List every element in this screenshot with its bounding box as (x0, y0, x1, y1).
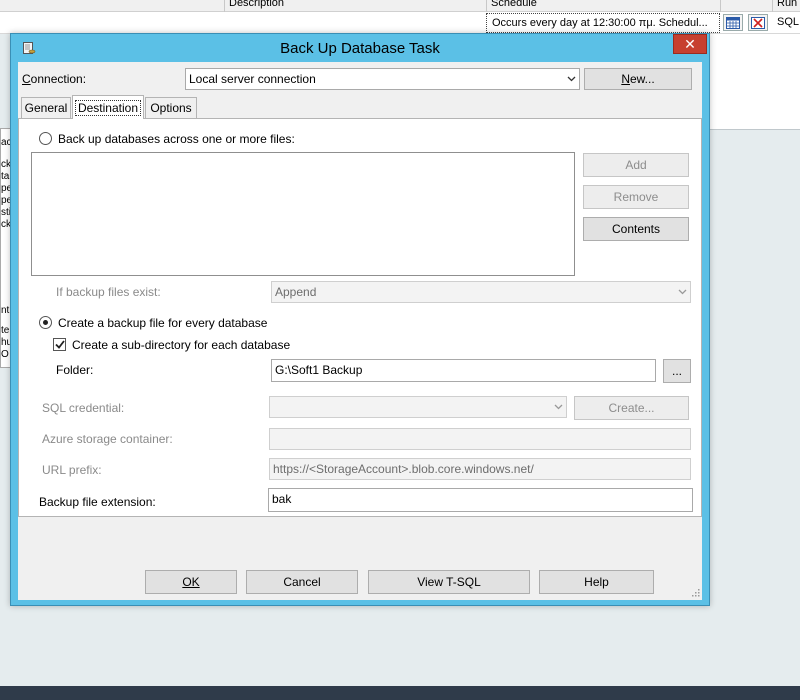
destination-tab-page: Back up databases across one or more fil… (18, 118, 702, 517)
help-button[interactable]: Help (539, 570, 654, 594)
dialog-client-area: Connection: Local server connection New.… (18, 62, 702, 600)
remove-button[interactable]: Remove (583, 185, 689, 209)
resize-grip-icon[interactable] (690, 586, 700, 600)
extension-label: Backup file extension: (39, 495, 156, 509)
calendar-icon[interactable] (723, 14, 743, 31)
chevron-down-icon (676, 285, 688, 299)
grid-col-blank2 (720, 0, 772, 12)
background-panel-right (710, 34, 800, 130)
run-as-sql-text: SQL (777, 16, 800, 28)
back-up-database-task-dialog: Back Up Database Task ✕ Connection: Loca… (10, 33, 710, 606)
sql-credential-label: SQL credential: (42, 401, 125, 415)
subdirectory-label: Create a sub-directory for each database (72, 338, 291, 352)
background-divider (710, 129, 800, 130)
backup-file-list[interactable] (31, 152, 575, 276)
sql-credential-select[interactable] (269, 396, 567, 418)
across-files-label: Back up databases across one or more fil… (58, 132, 295, 146)
background-grid-header: Description Schedule Run a (0, 0, 800, 12)
connection-label: Connection: (22, 72, 87, 86)
azure-container-input[interactable] (269, 428, 691, 450)
if-exists-value: Append (275, 285, 317, 299)
dialog-title: Back Up Database Task (280, 40, 440, 57)
connection-value: Local server connection (189, 72, 316, 86)
tab-options[interactable]: Options (145, 97, 197, 118)
taskbar (0, 686, 800, 700)
cancel-button[interactable]: Cancel (246, 570, 358, 594)
browse-folder-button[interactable]: ... (663, 359, 691, 383)
grid-col-run[interactable]: Run a (772, 0, 800, 12)
extension-input[interactable]: bak (268, 488, 693, 512)
if-exists-select[interactable]: Append (271, 281, 691, 303)
close-button[interactable]: ✕ (673, 34, 707, 54)
chevron-down-icon (565, 72, 577, 86)
grid-col-blank (0, 0, 224, 12)
add-button[interactable]: Add (583, 153, 689, 177)
every-database-radio[interactable] (39, 316, 52, 329)
background-grid-row[interactable]: Occurs every day at 12:30:00 πμ. Schedul… (0, 12, 800, 34)
bg-fragment: nt (1, 305, 10, 316)
grid-col-description[interactable]: Description (224, 0, 486, 12)
ok-button[interactable]: OK (145, 570, 237, 594)
checkmark-icon (54, 340, 65, 349)
url-prefix-label: URL prefix: (42, 463, 102, 477)
folder-label: Folder: (56, 363, 94, 377)
if-exists-label: If backup files exist: (56, 285, 161, 299)
azure-container-label: Azure storage container: (42, 432, 173, 446)
tab-destination[interactable]: Destination (72, 95, 144, 119)
folder-input[interactable]: G:\Soft1 Backup (271, 359, 656, 382)
create-credential-button[interactable]: Create... (574, 396, 689, 420)
tab-general[interactable]: General (21, 97, 71, 118)
delete-schedule-icon[interactable] (748, 14, 768, 31)
grid-col-schedule[interactable]: Schedule (486, 0, 720, 12)
subdirectory-checkbox[interactable] (53, 338, 66, 351)
bg-fragment: O (1, 349, 9, 360)
view-tsql-button[interactable]: View T-SQL (368, 570, 530, 594)
schedule-cell[interactable]: Occurs every day at 12:30:00 πμ. Schedul… (486, 13, 720, 33)
url-prefix-input[interactable]: https://<StorageAccount>.blob.core.windo… (269, 458, 691, 480)
across-files-radio[interactable] (39, 132, 52, 145)
bg-fragment: ta (1, 171, 10, 182)
new-connection-button[interactable]: New... (584, 68, 692, 90)
chevron-down-icon (552, 400, 564, 414)
close-icon: ✕ (684, 35, 696, 52)
title-bar[interactable]: Back Up Database Task ✕ (11, 34, 709, 62)
every-database-label: Create a backup file for every database (58, 316, 268, 330)
connection-select[interactable]: Local server connection (185, 68, 580, 90)
contents-button[interactable]: Contents (583, 217, 689, 241)
